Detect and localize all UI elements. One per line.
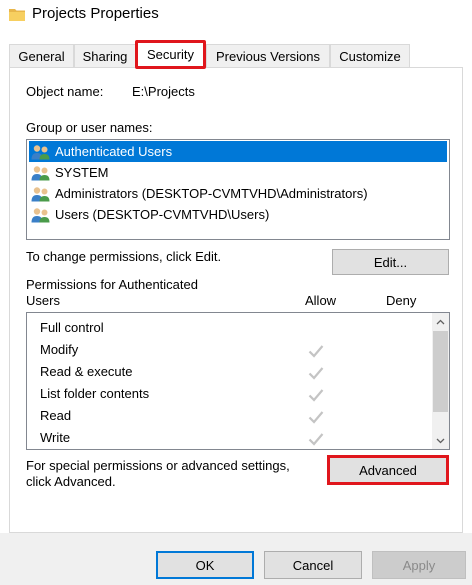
user-row-system[interactable]: SYSTEM	[29, 162, 447, 183]
window-title: Projects Properties	[32, 5, 159, 22]
group-label: Group or user names:	[26, 120, 153, 135]
ok-button[interactable]: OK	[156, 551, 254, 579]
user-name: Users (DESKTOP-CVMTVHD\Users)	[55, 207, 270, 222]
users-icon	[31, 186, 50, 201]
user-list[interactable]: Authenticated Users SYSTEM Administrator…	[26, 139, 450, 240]
tab-bar: General Sharing Security Previous Versio…	[0, 40, 472, 69]
scroll-up-button[interactable]	[432, 313, 449, 330]
deny-column-header: Deny	[386, 293, 417, 308]
folder-icon	[9, 9, 25, 21]
permission-write: Write	[40, 430, 71, 445]
user-name: Administrators (DESKTOP-CVMTVHD\Administ…	[55, 186, 368, 201]
title-bar: Projects Properties	[0, 0, 472, 30]
tab-security[interactable]: Security	[135, 40, 206, 69]
tab-customize[interactable]: Customize	[330, 44, 410, 68]
permission-list-folder-contents: List folder contents	[40, 386, 150, 401]
tab-previous-versions[interactable]: Previous Versions	[206, 44, 330, 68]
chevron-up-icon	[436, 319, 445, 324]
object-name-value: E:\Projects	[132, 84, 195, 99]
users-icon	[31, 144, 50, 159]
advanced-settings-text: For special permissions or advanced sett…	[26, 458, 290, 473]
cancel-button[interactable]: Cancel	[264, 551, 362, 579]
user-name: Authenticated Users	[55, 144, 173, 159]
users-icon	[31, 207, 50, 222]
scrollbar-thumb[interactable]	[433, 331, 448, 412]
permissions-list[interactable]: Full control Modify Read & execute List …	[26, 312, 450, 450]
user-row-administrators[interactable]: Administrators (DESKTOP-CVMTVHD\Administ…	[29, 183, 447, 204]
allow-check-icon	[308, 411, 324, 424]
edit-button[interactable]: Edit...	[332, 249, 449, 275]
permission-full-control: Full control	[40, 320, 104, 335]
advanced-button[interactable]: Advanced	[327, 455, 449, 485]
user-row-authenticated-users[interactable]: Authenticated Users	[29, 141, 447, 162]
allow-check-icon	[308, 345, 324, 358]
allow-check-icon	[308, 367, 324, 380]
users-icon	[31, 165, 50, 180]
change-permissions-text: To change permissions, click Edit.	[26, 249, 222, 264]
permission-read: Read	[40, 408, 72, 423]
allow-column-header: Allow	[305, 293, 337, 308]
advanced-settings-text-2: click Advanced.	[26, 474, 116, 489]
object-name-label: Object name:	[26, 84, 104, 99]
dialog-footer: OK Cancel Apply	[0, 533, 472, 585]
tab-sharing[interactable]: Sharing	[74, 44, 136, 68]
permission-modify: Modify	[40, 342, 79, 357]
permission-read-execute: Read & execute	[40, 364, 133, 379]
user-row-users[interactable]: Users (DESKTOP-CVMTVHD\Users)	[29, 204, 447, 225]
apply-button[interactable]: Apply	[372, 551, 466, 579]
tab-general[interactable]: General	[9, 44, 74, 68]
scroll-down-button[interactable]	[432, 432, 449, 449]
user-name: SYSTEM	[55, 165, 109, 180]
permissions-header: Permissions for Authenticated	[26, 277, 198, 292]
chevron-down-icon	[436, 438, 445, 443]
permissions-scrollbar[interactable]	[432, 313, 449, 449]
allow-check-icon	[308, 389, 324, 402]
permissions-header-user: Users	[26, 293, 60, 308]
allow-check-icon	[308, 433, 324, 446]
